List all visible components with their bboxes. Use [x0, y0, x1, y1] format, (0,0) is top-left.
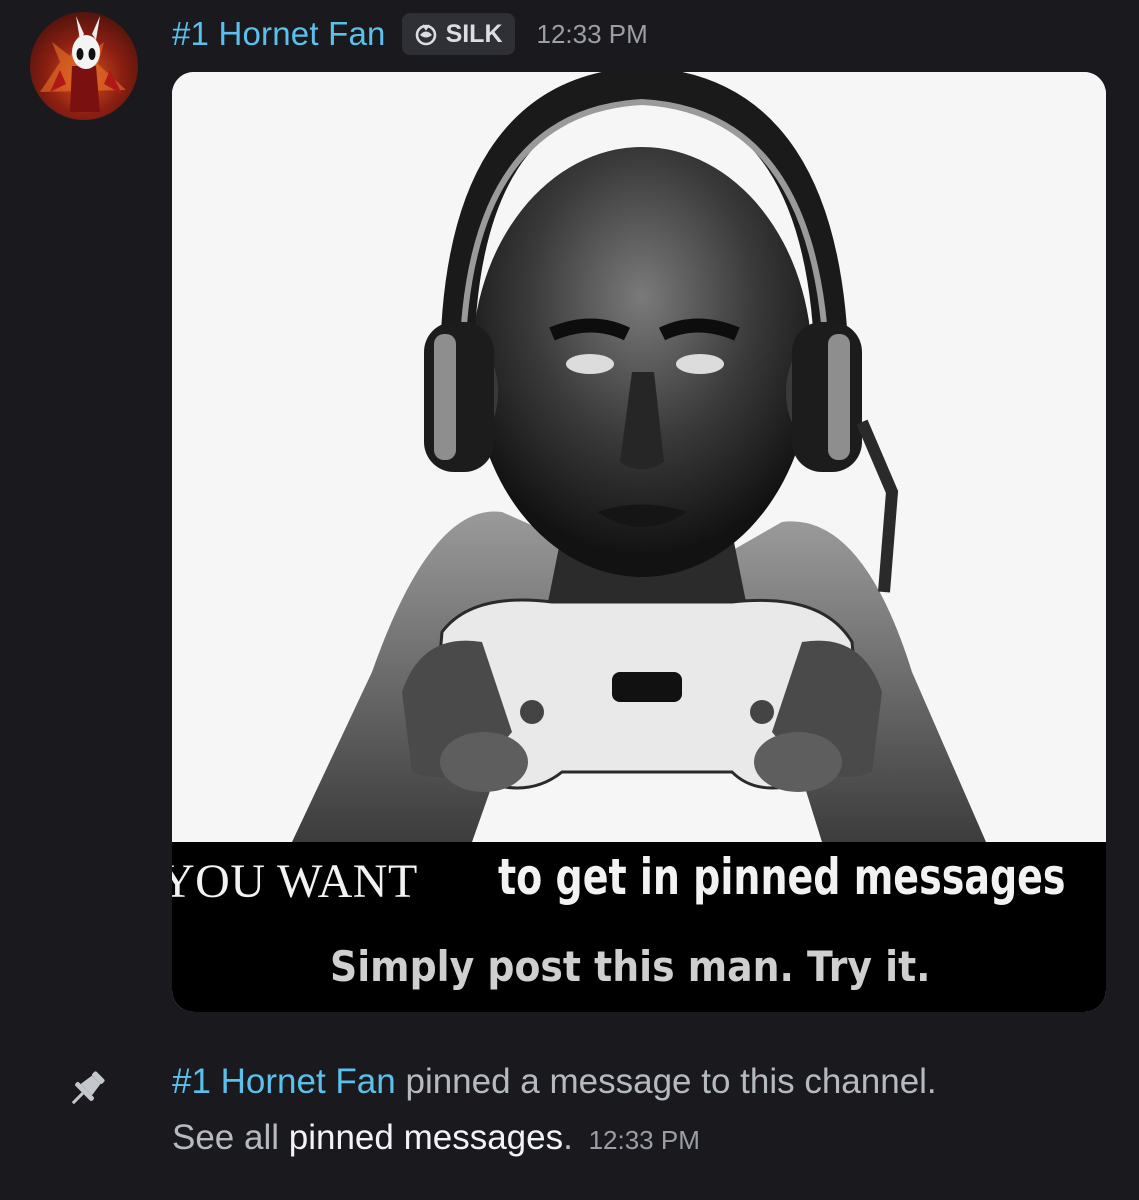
guild-tag-label: SILK [445, 19, 503, 48]
pin-suffix: . [563, 1118, 573, 1157]
message-header: #1 Hornet Fan SILK 12:33 PM [172, 12, 648, 56]
pin-timestamp[interactable]: 12:33 PM [589, 1125, 700, 1155]
guild-tag[interactable]: SILK [401, 13, 515, 55]
pin-notice: #1 Hornet Fan pinned a message to this c… [172, 1062, 937, 1102]
hornet-avatar-icon [40, 16, 126, 112]
message-author[interactable]: #1 Hornet Fan [172, 15, 386, 53]
user-avatar[interactable] [30, 12, 138, 120]
caption-left: YOU WANT [172, 855, 418, 908]
meme-caption-bar: YOU WANT to get in pinned messages Simpl… [172, 842, 1106, 1012]
pin-author[interactable]: #1 Hornet Fan [172, 1062, 396, 1101]
message-timestamp[interactable]: 12:33 PM [537, 19, 648, 50]
caption-bottom: Simply post this man. Try it. [330, 942, 931, 991]
pin-notice-details: See all pinned messages. 12:33 PM [172, 1118, 700, 1158]
pin-prefix: See all [172, 1118, 289, 1157]
silk-guild-icon [415, 24, 436, 46]
pinned-messages-link[interactable]: pinned messages [289, 1118, 563, 1157]
chat-view: #1 Hornet Fan SILK 12:33 PM YOU WANT to … [0, 0, 1139, 1200]
pin-action-text: pinned a message to this channel. [395, 1062, 937, 1101]
caption-right: to get in pinned messages [498, 848, 1066, 906]
meme-photo [172, 72, 1106, 842]
pin-icon [71, 1071, 105, 1105]
image-attachment[interactable]: YOU WANT to get in pinned messages Simpl… [172, 72, 1106, 1012]
